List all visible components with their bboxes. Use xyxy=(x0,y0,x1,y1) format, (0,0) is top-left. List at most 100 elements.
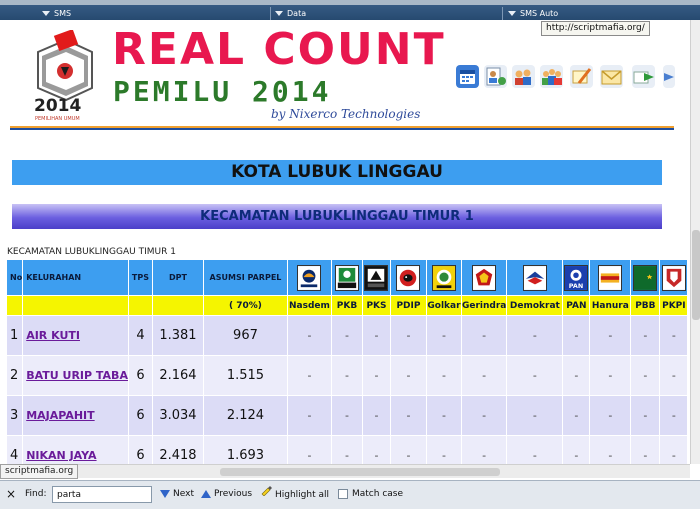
vote-value: - xyxy=(286,315,332,356)
pdip-logo-icon xyxy=(396,264,421,291)
party-name: PDIP xyxy=(389,295,427,316)
gerindra-logo-icon xyxy=(472,264,497,291)
vote-value: - xyxy=(425,315,462,356)
byline: by Nixerco Technologies xyxy=(271,107,421,121)
kelurahan-link[interactable]: AIR KUTI xyxy=(26,329,80,342)
toolbar-item-sms[interactable]: SMS xyxy=(42,7,71,20)
golkar-logo-icon xyxy=(431,264,456,291)
party-logo-cell: PAN xyxy=(562,259,591,296)
asumsi-percent: ( 70%) xyxy=(202,295,288,316)
find-input[interactable] xyxy=(52,486,152,503)
page-title: REAL COUNT xyxy=(112,24,446,75)
vote-value: - xyxy=(630,355,661,396)
toolbar-item-sms-auto[interactable]: SMS Auto xyxy=(508,7,558,20)
highlight-all-button[interactable]: Highlight all xyxy=(260,481,329,509)
party-logo-cell xyxy=(361,259,391,296)
district-banner: KECAMATAN LUBUKLINGGAU TIMUR 1 xyxy=(12,204,662,229)
match-case-toggle[interactable]: Match case xyxy=(338,481,403,509)
previous-button[interactable]: Previous xyxy=(201,481,252,509)
web-page: 2014 PEMILIHAN UMUM REAL COUNT PEMILU 20… xyxy=(0,20,690,464)
find-label: Find: xyxy=(25,489,47,499)
tps-value: 6 xyxy=(127,435,153,464)
party-name: Nasdem xyxy=(286,295,332,316)
table-row: 3 MAJAPAHIT 6 3.034 2.124 - - - - - - - … xyxy=(5,395,689,436)
pbb-logo-icon xyxy=(633,264,658,291)
dpt-value: 3.034 xyxy=(151,395,204,436)
vote-value: - xyxy=(589,395,632,436)
pkpi-logo-icon xyxy=(661,264,686,291)
asumsi-value: 967 xyxy=(202,315,288,356)
asumsi-value: 2.124 xyxy=(202,395,288,436)
compose-icon[interactable] xyxy=(570,65,593,88)
vote-value: - xyxy=(506,395,564,436)
table-row: 1 AIR KUTI 4 1.381 967 - - - - - - - - -… xyxy=(5,315,689,356)
group-icon[interactable] xyxy=(512,65,535,88)
header-rule-blue xyxy=(10,128,674,130)
next-button[interactable]: Next xyxy=(160,481,194,509)
vote-value: - xyxy=(425,435,462,464)
toolbar-item-data[interactable]: Data xyxy=(275,7,306,20)
vote-value: - xyxy=(562,315,591,356)
hanura-logo-icon xyxy=(598,264,623,291)
horizontal-scrollbar[interactable] xyxy=(70,464,690,478)
users-icon[interactable] xyxy=(540,65,563,88)
vote-value: - xyxy=(286,435,332,464)
dropdown-arrow-icon xyxy=(275,11,283,16)
pks-logo-icon xyxy=(364,264,389,291)
vertical-scrollbar[interactable] xyxy=(690,20,700,464)
table-row: 4 NIKAN JAYA 6 2.418 1.693 - - - - - - -… xyxy=(5,435,689,464)
col-header-asumsi: ASUMSI PARPEL xyxy=(202,259,288,296)
kelurahan-link[interactable]: MAJAPAHIT xyxy=(26,409,94,422)
vote-value: - xyxy=(425,355,462,396)
party-name: Hanura xyxy=(589,295,632,316)
vote-value: - xyxy=(589,435,632,464)
dpt-value: 2.418 xyxy=(151,435,204,464)
party-name: PKB xyxy=(330,295,363,316)
close-icon[interactable]: × xyxy=(6,481,16,509)
kelurahan-cell: MAJAPAHIT xyxy=(22,395,129,436)
vote-value: - xyxy=(389,435,427,464)
party-logo-cell xyxy=(286,259,332,296)
vote-value: - xyxy=(506,435,564,464)
district-caption: KECAMATAN LUBUKLINGGAU TIMUR 1 xyxy=(7,247,176,257)
party-name: Golkar xyxy=(425,295,462,316)
party-logo-cell xyxy=(630,259,661,296)
forward-icon[interactable] xyxy=(632,65,655,88)
scrollbar-thumb[interactable] xyxy=(220,468,500,476)
vote-value: - xyxy=(659,315,689,356)
party-logo-cell xyxy=(589,259,632,296)
toolbar-separator xyxy=(270,7,271,20)
kelurahan-cell: BATU URIP TABA xyxy=(22,355,129,396)
vote-value: - xyxy=(425,395,462,436)
kelurahan-link[interactable]: BATU URIP TABA xyxy=(26,369,127,382)
party-name: PKS xyxy=(361,295,391,316)
vote-value: - xyxy=(389,315,427,356)
toolbar-divider xyxy=(0,0,700,5)
row-number: 2 xyxy=(5,355,24,396)
vote-value: - xyxy=(630,435,661,464)
kelurahan-link[interactable]: NIKAN JAYA xyxy=(26,449,96,462)
party-logo-cell xyxy=(659,259,689,296)
arrow-up-icon xyxy=(201,489,211,498)
calendar-icon[interactable] xyxy=(456,65,479,88)
vote-value: - xyxy=(460,395,508,436)
party-name: PKPI xyxy=(659,295,689,316)
vote-value: - xyxy=(361,355,391,396)
scrollbar-thumb[interactable] xyxy=(692,230,700,320)
checkbox[interactable] xyxy=(338,488,348,499)
highlighter-icon xyxy=(260,481,272,508)
pkb-logo-icon xyxy=(334,264,359,291)
top-toolbar: SMS Data SMS Auto xyxy=(0,0,700,20)
find-bar: × Find: Next Previous Highlight all Matc… xyxy=(0,480,700,509)
vote-value: - xyxy=(589,355,632,396)
mail-icon[interactable] xyxy=(600,65,623,88)
vote-value: - xyxy=(562,395,591,436)
vote-value: - xyxy=(330,315,363,356)
browser-window: SMS Data SMS Auto 2014 PEMILIHAN UMUM RE… xyxy=(0,0,700,509)
send-icon[interactable] xyxy=(663,65,675,88)
vote-value: - xyxy=(286,395,332,436)
contacts-icon[interactable] xyxy=(484,65,507,88)
vote-value: - xyxy=(460,315,508,356)
status-url: scriptmafia.org xyxy=(0,464,79,479)
col-header-no: No xyxy=(5,259,24,296)
